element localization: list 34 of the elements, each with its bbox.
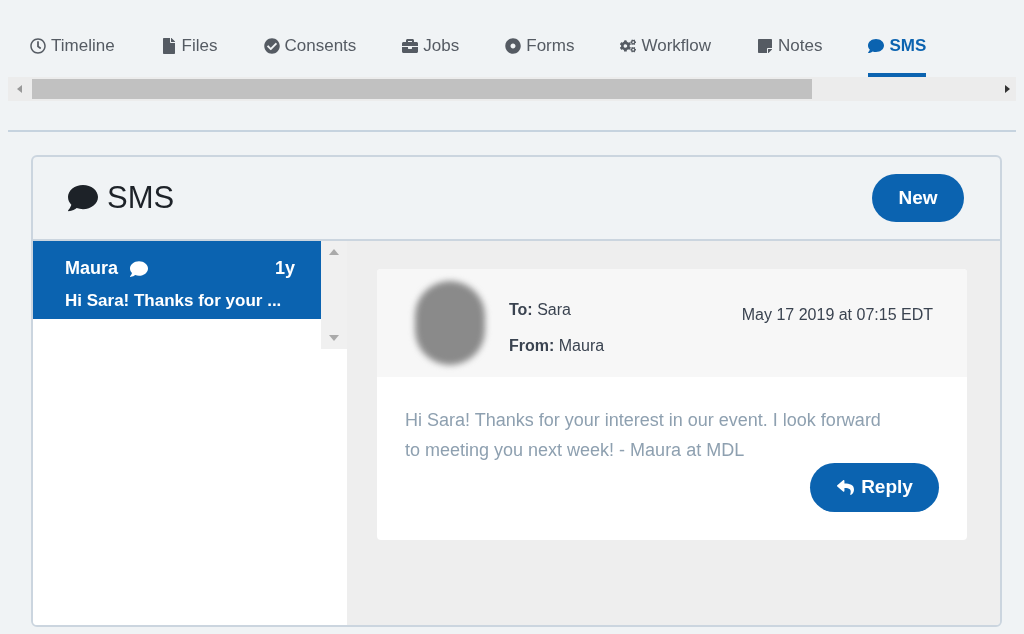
scroll-right-icon[interactable] bbox=[1002, 84, 1012, 94]
speech-bubble-icon bbox=[868, 38, 885, 54]
tab[interactable]: Notes bbox=[757, 23, 823, 77]
sender: From: Maura bbox=[509, 336, 605, 356]
speech-bubble-icon bbox=[129, 259, 149, 278]
tab[interactable]: Workflow bbox=[620, 23, 712, 77]
note-icon bbox=[757, 38, 774, 54]
file-icon bbox=[160, 38, 177, 54]
tab[interactable]: Jobs bbox=[402, 23, 460, 77]
new-button[interactable]: New bbox=[872, 174, 964, 222]
contact-name: Maura bbox=[65, 257, 118, 280]
tab[interactable]: Consents bbox=[263, 23, 357, 77]
scroll-left-icon[interactable] bbox=[15, 84, 25, 94]
conversation-item[interactable]: Maura 1y Hi Sara! Thanks for your ... bbox=[33, 241, 321, 319]
reply-icon bbox=[836, 479, 856, 496]
vertical-scrollbar[interactable] bbox=[321, 241, 347, 349]
tab[interactable]: Timeline bbox=[30, 23, 115, 77]
message-body: Hi Sara! Thanks for your interest in our event. I look forward to meeting you next week! - Maura at MDL bbox=[405, 409, 882, 462]
scrollbar-thumb[interactable] bbox=[32, 79, 812, 99]
panel-title: SMS bbox=[107, 178, 175, 217]
message-date: May 17 2019 at 07:15 EDT bbox=[741, 305, 933, 325]
tab[interactable]: Forms bbox=[505, 23, 575, 77]
message-age: 1y bbox=[274, 257, 295, 280]
tab[interactable]: Files bbox=[160, 23, 218, 77]
scroll-up-icon[interactable] bbox=[329, 249, 339, 255]
briefcase-icon bbox=[402, 38, 419, 54]
gears-icon bbox=[620, 38, 637, 54]
message-preview: Hi Sara! Thanks for your ... bbox=[65, 290, 283, 312]
horizontal-scrollbar[interactable] bbox=[8, 77, 1016, 101]
speech-bubble-icon bbox=[67, 183, 99, 213]
recipient: To: Sara bbox=[509, 300, 572, 320]
reply-button[interactable]: Reply bbox=[810, 463, 939, 512]
clock-icon bbox=[30, 38, 46, 54]
scroll-down-icon[interactable] bbox=[329, 335, 339, 341]
